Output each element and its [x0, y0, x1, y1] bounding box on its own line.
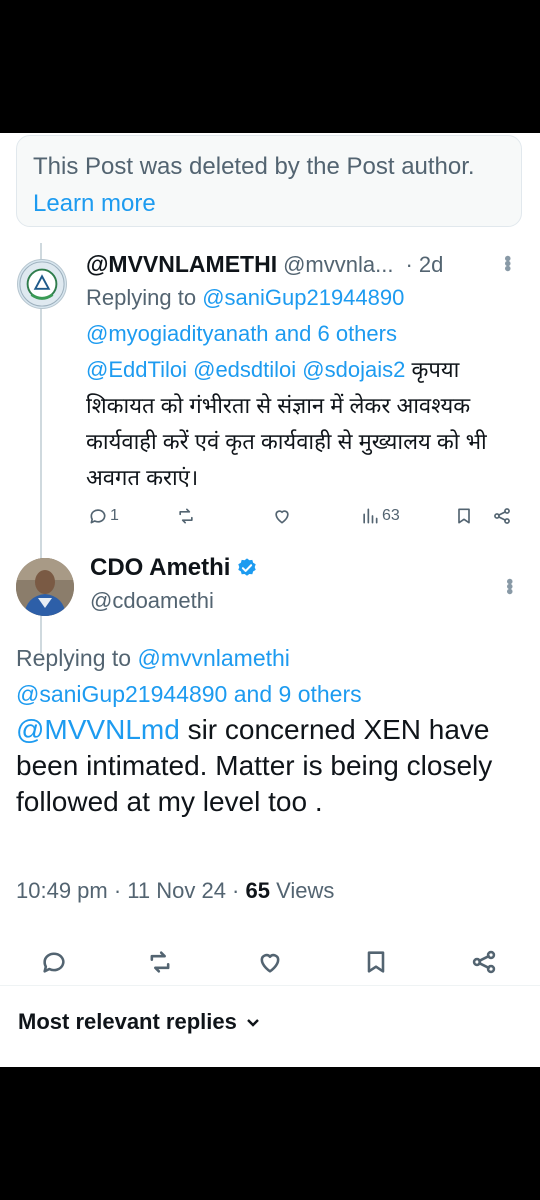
learn-more-link[interactable]: Learn more: [33, 190, 156, 217]
heart-icon: [260, 953, 280, 973]
bookmark-icon: [458, 508, 470, 524]
reply-author-handle[interactable]: @mvvnla...: [283, 252, 393, 278]
share-icon: [494, 508, 510, 524]
sort-label: Most relevant replies: [18, 1009, 237, 1034]
post-views-count: 65: [245, 878, 270, 903]
reply-actions: 1 63: [86, 502, 526, 532]
divider: [0, 985, 540, 986]
views-button[interactable]: 63: [360, 506, 400, 526]
analytics-icon: [363, 508, 378, 524]
share-button[interactable]: [492, 506, 512, 526]
more-options-icon[interactable]: •••: [495, 255, 518, 270]
comment-icon: [43, 952, 65, 973]
replying-others-link[interactable]: and 9 others: [234, 681, 362, 707]
reply-count: 1: [110, 507, 119, 524]
post-views-label: Views: [269, 878, 335, 903]
like-button[interactable]: [256, 948, 284, 981]
repost-button[interactable]: [176, 506, 196, 526]
post-actions: [16, 948, 524, 984]
reply-time: · 2d: [405, 252, 444, 277]
replying-mention[interactable]: @myogiadityanath: [86, 321, 269, 346]
deleted-post-notice: This Post was deleted by the Post author…: [16, 135, 522, 227]
post-meta: 10:49 pm · 11 Nov 24 · 65 Views: [16, 878, 334, 904]
heart-icon: [275, 510, 289, 524]
reply-views-count: 63: [382, 507, 400, 524]
reply-post[interactable]: @MVVNLAMETHI @mvvnla... · 2d ••• Replyin…: [86, 251, 526, 496]
cdo-avatar[interactable]: [16, 558, 74, 616]
post-replying-to: Replying to @mvvnlamethi @saniGup2194489…: [16, 640, 524, 712]
verified-badge-icon: [238, 558, 257, 576]
replying-mention[interactable]: @mvvnlamethi: [137, 645, 289, 671]
share-icon: [472, 950, 496, 974]
reply-text: @EddTiloi @edsdtiloi @sdojais2 कृपया शिक…: [86, 352, 526, 496]
replying-mention[interactable]: @saniGup21944890: [16, 681, 227, 707]
screen: This Post was deleted by the Post author…: [0, 133, 540, 1067]
share-button[interactable]: [470, 948, 498, 981]
bookmark-button[interactable]: [362, 948, 390, 981]
replies-sort-dropdown[interactable]: Most relevant replies: [18, 1009, 261, 1035]
post-text: @MVVNLmd sir concerned XEN have been int…: [16, 712, 524, 820]
comment-icon: [90, 509, 106, 524]
replying-others-link[interactable]: and 6 others: [275, 321, 397, 346]
post-timestamp[interactable]: 10:49 pm · 11 Nov 24 ·: [16, 878, 246, 903]
profile-photo-icon: [16, 558, 74, 616]
deleted-notice-text: This Post was deleted by the Post author…: [33, 153, 475, 180]
reply-button[interactable]: 1: [88, 506, 119, 526]
reply-author-name[interactable]: @MVVNLAMETHI: [86, 251, 277, 278]
like-button[interactable]: [272, 506, 292, 526]
post-mention[interactable]: @MVVNLmd: [16, 714, 180, 745]
chevron-down-icon: [247, 1019, 259, 1027]
post-author-handle[interactable]: @cdoamethi: [90, 588, 214, 614]
repost-icon: [179, 508, 193, 524]
replying-mention[interactable]: @saniGup21944890: [202, 285, 404, 310]
repost-button[interactable]: [146, 948, 174, 981]
post-author[interactable]: CDO Amethi: [90, 554, 258, 582]
post-author-name[interactable]: CDO Amethi: [90, 554, 230, 582]
replying-prefix: Replying to: [16, 645, 132, 671]
bookmark-button[interactable]: [454, 506, 474, 526]
more-options-icon[interactable]: •••: [497, 578, 520, 593]
reply-replying-to: Replying to @saniGup21944890 @myogiadity…: [86, 280, 526, 352]
emblem-icon: [19, 261, 65, 307]
reply-button[interactable]: [40, 948, 68, 981]
mvvnl-avatar[interactable]: [17, 259, 67, 309]
reply-mentions[interactable]: @EddTiloi @edsdtiloi @sdojais2: [86, 357, 405, 382]
bookmark-icon: [367, 951, 385, 973]
repost-icon: [150, 951, 170, 973]
replying-prefix: Replying to: [86, 285, 197, 310]
